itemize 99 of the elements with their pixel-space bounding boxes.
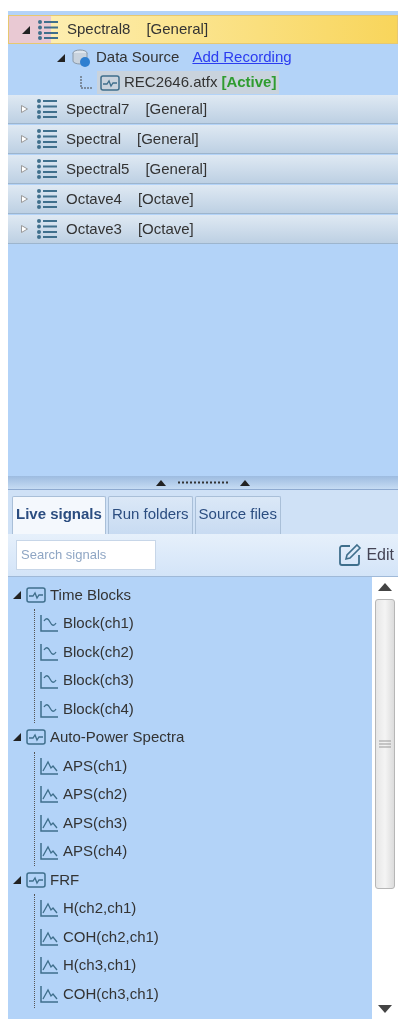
spectrum-icon <box>39 956 59 975</box>
signal-row[interactable]: APS(ch3) <box>39 808 372 837</box>
expand-icon[interactable] <box>20 194 30 204</box>
search-field[interactable]: Search signals <box>16 539 156 570</box>
collapse-icon[interactable] <box>12 874 22 885</box>
expand-icon[interactable] <box>20 164 30 174</box>
spectrum-icon <box>39 899 59 918</box>
tab[interactable]: Source files <box>194 496 281 534</box>
signal-label: APS(ch4) <box>63 841 128 861</box>
scroll-up-icon[interactable] <box>378 582 392 591</box>
wave-icon <box>39 671 59 690</box>
collapse-icon[interactable] <box>12 732 22 743</box>
configuration-name: Spectral <box>66 128 122 149</box>
signal-label: APS(ch3) <box>63 812 128 833</box>
tab[interactable]: Live signals <box>12 496 106 534</box>
edit-button[interactable]: Edit <box>338 542 394 567</box>
configuration-name: Spectral7 <box>66 98 130 119</box>
signal-row[interactable]: Block(ch1) <box>39 609 372 638</box>
signal-label: APS(ch1) <box>63 755 128 776</box>
expand-icon[interactable] <box>20 134 30 144</box>
signal-row[interactable]: Block(ch4) <box>39 694 372 723</box>
signal-row[interactable]: H(ch2,ch1) <box>39 894 372 923</box>
expand-icon[interactable] <box>20 224 30 234</box>
configuration-row[interactable]: Spectral7 [General] <box>8 95 398 124</box>
configuration-name: Octave4 <box>66 188 122 209</box>
signal-row[interactable]: Block(ch3) <box>39 666 372 695</box>
collapse-icon[interactable] <box>12 589 22 600</box>
tree-connector-icon <box>80 75 92 90</box>
list-icon <box>36 218 58 240</box>
signal-row[interactable]: COH(ch2,ch1) <box>39 922 372 951</box>
wave-icon <box>39 699 59 718</box>
add-recording-link[interactable]: Add Recording <box>192 46 292 69</box>
signal-row[interactable]: Block(ch2) <box>39 637 372 666</box>
status-label: [Active] <box>221 72 277 93</box>
signal-label: Block(ch2) <box>63 641 134 662</box>
list-icon <box>36 128 58 150</box>
signal-group-row[interactable]: Time Blocks <box>8 580 372 609</box>
configuration-type: [Octave] <box>137 218 194 239</box>
signal-row[interactable]: APS(ch2) <box>39 780 372 809</box>
configuration-type: [General] <box>146 19 209 40</box>
file-name: REC2646.atfx <box>124 72 218 93</box>
signal-group-row[interactable]: Auto-Power Spectra <box>8 723 372 752</box>
splitter-handle[interactable] <box>8 476 398 490</box>
configuration-row[interactable]: Spectral5 [General] <box>8 155 398 184</box>
scrollbar[interactable] <box>372 576 398 1019</box>
group-label: Auto-Power Spectra <box>50 727 185 747</box>
signal-label: Block(ch3) <box>63 670 134 690</box>
data-source-label: Data Source <box>96 47 180 68</box>
list-icon <box>36 98 58 120</box>
signal-label: H(ch2,ch1) <box>63 898 137 918</box>
wave-icon <box>39 642 59 661</box>
signal-label: COH(ch3,ch1) <box>63 983 159 1004</box>
scroll-down-icon[interactable] <box>378 1005 392 1013</box>
configuration-name: Spectral8 <box>67 19 131 40</box>
tab[interactable]: Run folders <box>107 496 193 534</box>
collapse-icon[interactable] <box>21 24 31 35</box>
list-icon <box>36 158 58 180</box>
edit-icon <box>338 542 363 567</box>
signal-icon <box>26 871 46 888</box>
wave-icon <box>39 614 59 633</box>
signal-row[interactable]: COH(ch3,ch1) <box>39 979 372 1008</box>
signal-label: Block(ch4) <box>63 698 134 719</box>
signal-row[interactable]: H(ch3,ch1) <box>39 951 372 980</box>
signal-row[interactable]: APS(ch4) <box>39 837 372 866</box>
signal-label: COH(ch2,ch1) <box>63 926 159 947</box>
list-icon <box>36 188 58 210</box>
signal-group-row[interactable]: FRF <box>8 865 372 894</box>
group-label: FRF <box>50 869 80 890</box>
configuration-type: [General] <box>145 98 208 119</box>
collapse-icon[interactable] <box>56 52 66 63</box>
spectrum-icon <box>39 842 59 861</box>
group-label: Time Blocks <box>50 584 132 605</box>
configuration-name: Octave3 <box>66 218 122 239</box>
configuration-type: [General] <box>145 158 208 179</box>
configuration-name: Spectral5 <box>66 158 130 179</box>
spectrum-icon <box>39 927 59 946</box>
database-icon <box>71 47 91 68</box>
list-icon <box>37 18 59 41</box>
signal-row[interactable]: APS(ch1) <box>39 751 372 780</box>
spectrum-icon <box>39 813 59 832</box>
configuration-row[interactable]: Spectral [General] <box>8 125 398 154</box>
grip-icon <box>379 739 391 748</box>
signal-icon <box>26 586 46 603</box>
signal-label: Block(ch1) <box>63 613 134 633</box>
configuration-row[interactable]: Octave4 [Octave] <box>8 185 398 214</box>
file-row[interactable]: REC2646.atfx [Active] <box>97 71 280 94</box>
signal-label: H(ch3,ch1) <box>63 955 137 975</box>
configuration-type: [General] <box>137 128 199 149</box>
configuration-row[interactable]: Octave3 [Octave] <box>8 215 398 244</box>
signal-icon <box>26 729 46 746</box>
signal-icon <box>100 74 120 91</box>
scroll-thumb[interactable] <box>375 598 395 889</box>
spectrum-icon <box>39 756 59 775</box>
configuration-row[interactable]: Spectral8 [General] <box>8 15 398 44</box>
spectrum-icon <box>39 984 59 1003</box>
signal-label: APS(ch2) <box>63 784 128 804</box>
expand-icon[interactable] <box>20 104 30 114</box>
spectrum-icon <box>39 785 59 804</box>
configuration-type: [Octave] <box>137 188 194 209</box>
